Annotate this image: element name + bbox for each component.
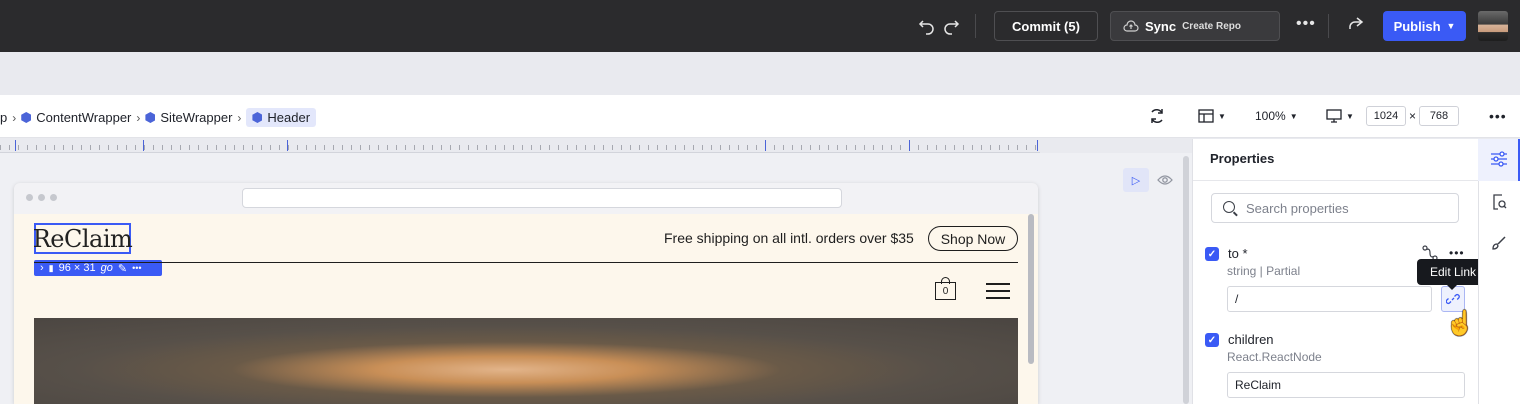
- chevron-right-icon[interactable]: ›: [40, 262, 44, 274]
- prop-name: children: [1228, 332, 1274, 347]
- window-dot: [50, 194, 57, 201]
- sync-button[interactable]: Sync Create Repo: [1110, 11, 1280, 41]
- undo-icon[interactable]: [918, 17, 936, 38]
- zoom-value: 100%: [1255, 109, 1286, 123]
- menu-icon-line[interactable]: [986, 297, 1010, 299]
- width-input[interactable]: 1024: [1366, 106, 1406, 126]
- selection-tag: go: [100, 262, 113, 274]
- component-icon: [21, 112, 32, 123]
- times-sign: ×: [1409, 109, 1417, 123]
- play-icon: ▷: [1131, 174, 1141, 187]
- cart-count: 0: [942, 285, 949, 297]
- desktop-icon: [1326, 109, 1342, 123]
- component-icon: [252, 112, 263, 123]
- chevron-down-icon: ▼: [1346, 111, 1354, 121]
- sync-sublabel: Create Repo: [1182, 20, 1241, 32]
- prop-value-input[interactable]: ReClaim: [1227, 372, 1465, 398]
- more-horizontal-icon[interactable]: •••: [1449, 246, 1465, 260]
- breadcrumb-item[interactable]: p: [0, 110, 7, 125]
- announcement-text: Free shipping on all intl. orders over $…: [664, 230, 914, 246]
- ruler-marker: [765, 140, 766, 151]
- device-menu[interactable]: ▼: [1326, 106, 1354, 126]
- more-horizontal-icon[interactable]: •••: [132, 263, 141, 273]
- breadcrumb-item-active[interactable]: Header: [246, 108, 317, 127]
- component-icon: [145, 112, 156, 123]
- divider: [34, 262, 1018, 263]
- commit-label: Commit (5): [1012, 18, 1080, 34]
- chevron-right-icon: ›: [136, 110, 141, 125]
- cloud-upload-icon: [1123, 20, 1139, 32]
- sliders-icon[interactable]: [1489, 149, 1509, 169]
- prop-checkbox[interactable]: ✓: [1205, 247, 1219, 261]
- window-dot: [26, 194, 33, 201]
- ruler-marker: [287, 140, 288, 151]
- pointer-hand-icon: ☝: [1445, 310, 1475, 337]
- zoom-menu[interactable]: 100% ▼: [1255, 106, 1298, 126]
- menu-icon-line[interactable]: [986, 290, 1010, 292]
- breadcrumb: p › ContentWrapper › SiteWrapper › Heade…: [0, 108, 317, 127]
- divider: [1193, 180, 1478, 181]
- prop-name: to *: [1228, 246, 1248, 261]
- breadcrumb-item[interactable]: SiteWrapper: [160, 110, 232, 125]
- layout-icon: [1198, 109, 1214, 123]
- inspect-icon[interactable]: [1489, 192, 1509, 212]
- ruler-marker: [1037, 140, 1038, 151]
- selection-size: 96 × 31: [58, 262, 96, 274]
- ruler-marker: [909, 140, 910, 151]
- divider: [1328, 14, 1329, 38]
- layout-menu[interactable]: ▼: [1198, 106, 1226, 126]
- shop-now-button[interactable]: Shop Now: [928, 226, 1018, 251]
- divider: [975, 14, 976, 38]
- canvas-scrollbar[interactable]: [1028, 214, 1034, 364]
- search-icon: [1223, 201, 1235, 213]
- chevron-down-icon: ▼: [1289, 111, 1298, 121]
- sync-label: Sync: [1145, 18, 1177, 34]
- breadcrumb-item[interactable]: ContentWrapper: [36, 110, 131, 125]
- publish-button[interactable]: Publish ▼: [1383, 11, 1466, 41]
- link-icon: [1446, 293, 1460, 305]
- ruler: [0, 139, 1040, 153]
- prop-value-input[interactable]: /: [1227, 286, 1432, 312]
- top-bar: [0, 0, 1520, 52]
- search-input[interactable]: Search properties: [1211, 193, 1459, 223]
- more-horizontal-icon[interactable]: •••: [1489, 106, 1507, 126]
- refresh-icon[interactable]: [1148, 106, 1166, 126]
- share-icon[interactable]: [1346, 16, 1364, 35]
- edit-icon[interactable]: ✎: [118, 262, 127, 275]
- vertical-scrollbar[interactable]: [1183, 156, 1189, 404]
- ruler-marker: [15, 140, 16, 151]
- chevron-right-icon: ›: [237, 110, 242, 125]
- site-logo[interactable]: ReClaim: [33, 223, 133, 254]
- breadcrumb-label: Header: [267, 110, 311, 125]
- prop-checkbox[interactable]: ✓: [1205, 333, 1219, 347]
- prop-type: React.ReactNode: [1227, 350, 1322, 364]
- hero-image: [34, 318, 1018, 404]
- chevron-right-icon: ›: [12, 110, 17, 125]
- preview-mode-button[interactable]: ▷: [1123, 168, 1149, 192]
- url-bar: [242, 188, 842, 208]
- menu-icon-line[interactable]: [986, 283, 1010, 285]
- component-icon: ▮: [48, 262, 54, 273]
- eye-icon[interactable]: [1152, 168, 1178, 192]
- panel-title: Properties: [1210, 151, 1275, 166]
- brush-icon[interactable]: [1489, 233, 1509, 253]
- more-horizontal-icon[interactable]: •••: [1296, 15, 1316, 33]
- window-dot: [38, 194, 45, 201]
- commit-button[interactable]: Commit (5): [994, 11, 1098, 41]
- ruler-marker: [143, 140, 144, 151]
- redo-icon[interactable]: [942, 17, 960, 38]
- height-input[interactable]: 768: [1419, 106, 1459, 126]
- prop-type: string | Partial: [1227, 264, 1301, 278]
- publish-label: Publish: [1393, 18, 1441, 34]
- chevron-down-icon: ▼: [1218, 111, 1226, 121]
- cart-icon[interactable]: 0: [935, 282, 956, 300]
- chevron-down-icon: ▼: [1446, 21, 1456, 31]
- avatar[interactable]: [1478, 11, 1508, 41]
